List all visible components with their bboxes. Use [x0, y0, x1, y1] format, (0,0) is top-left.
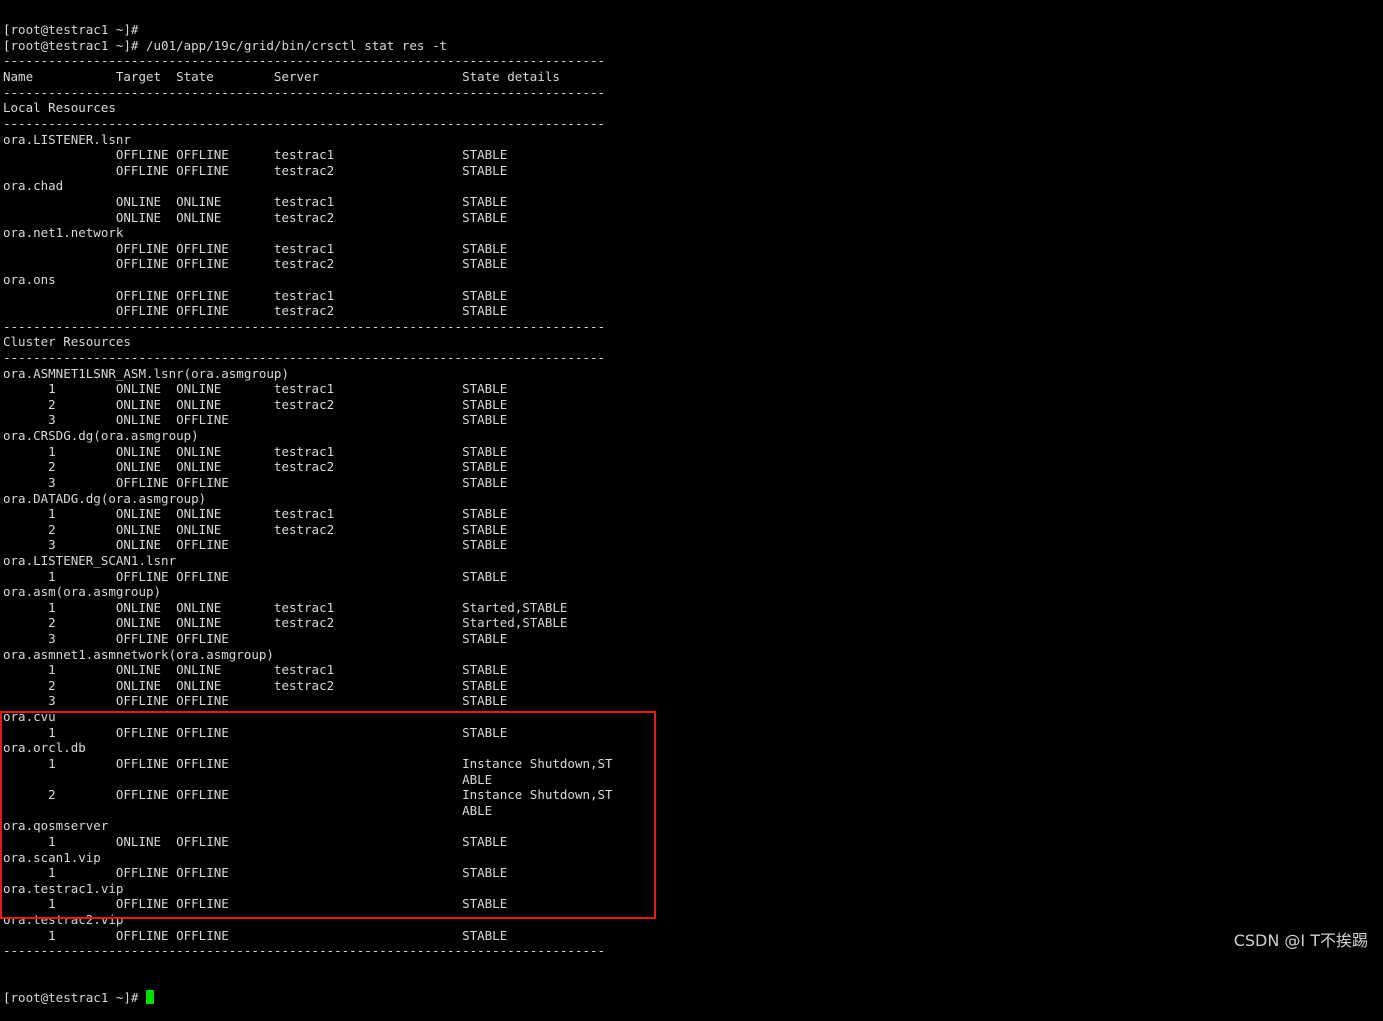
terminal-line: 1 OFFLINE OFFLINE Instance Shutdown,ST: [3, 755, 613, 771]
terminal-line: OFFLINE OFFLINE testrac1 STABLE: [3, 147, 508, 163]
terminal-line: ora.LISTENER_SCAN1.lsnr: [3, 552, 177, 568]
terminal-line: ora.ons: [3, 272, 56, 287]
terminal-line: ----------------------------------------…: [3, 53, 606, 69]
terminal-line: ABLE: [3, 771, 493, 787]
terminal-line: 3 OFFLINE OFFLINE STABLE: [3, 693, 508, 709]
terminal-line: ora.cvu: [3, 709, 56, 725]
terminal-line: 1 OFFLINE OFFLINE STABLE: [3, 865, 508, 881]
terminal-line: 3 ONLINE OFFLINE STABLE: [3, 537, 508, 553]
terminal-line: ora.net1.network: [3, 225, 124, 241]
terminal-lines: [root@testrac1 ~]# [root@testrac1 ~]# /u0…: [3, 22, 1379, 959]
terminal-line: ora.qosmserver: [3, 818, 109, 834]
terminal-line: 3 OFFLINE OFFLINE STABLE: [3, 631, 508, 647]
terminal-line: ----------------------------------------…: [3, 84, 606, 100]
terminal-line: ora.DATADG.dg(ora.asmgroup): [3, 490, 207, 506]
terminal-line: ora.LISTENER.lsnr: [3, 131, 131, 147]
terminal-line: ora.testrac2.vip: [3, 911, 124, 927]
terminal-line: 2 OFFLINE OFFLINE Instance Shutdown,ST: [3, 787, 613, 803]
terminal-line: 1 ONLINE ONLINE testrac1 STABLE: [3, 381, 508, 397]
terminal-line: ONLINE ONLINE testrac2 STABLE: [3, 209, 508, 225]
terminal-line: 1 OFFLINE OFFLINE STABLE: [3, 896, 508, 912]
terminal-line: ora.chad: [3, 178, 64, 194]
terminal-line: ----------------------------------------…: [3, 115, 606, 131]
terminal-line: 1 ONLINE ONLINE testrac1 STABLE: [3, 443, 508, 459]
terminal-line: ora.CRSDG.dg(ora.asmgroup): [3, 428, 199, 444]
terminal-line: 2 ONLINE ONLINE testrac2 STABLE: [3, 521, 508, 537]
terminal-line: ora.scan1.vip: [3, 849, 101, 865]
terminal-line: ora.asmnet1.asmnetwork(ora.asmgroup): [3, 646, 274, 662]
terminal-line: 2 ONLINE ONLINE testrac2 STABLE: [3, 677, 508, 693]
terminal-line: ora.ASMNET1LSNR_ASM.lsnr(ora.asmgroup): [3, 365, 289, 381]
terminal-line: 1 ONLINE ONLINE testrac1 Started,STABLE: [3, 599, 568, 615]
terminal-line: 2 ONLINE ONLINE testrac2 STABLE: [3, 396, 508, 412]
terminal-line: [root@testrac1 ~]# /u01/app/19c/grid/bin…: [3, 37, 448, 53]
terminal-line: 2 ONLINE ONLINE testrac2 STABLE: [3, 459, 508, 475]
terminal-line: 1 ONLINE ONLINE testrac1 STABLE: [3, 506, 508, 522]
terminal-line: 2 ONLINE ONLINE testrac2 Started,STABLE: [3, 615, 568, 631]
terminal-line: ONLINE ONLINE testrac1 STABLE: [3, 193, 508, 209]
terminal-line: ----------------------------------------…: [3, 943, 606, 959]
terminal-line: 1 OFFLINE OFFLINE STABLE: [3, 927, 508, 943]
terminal-line: 1 ONLINE OFFLINE STABLE: [3, 833, 508, 849]
watermark: CSDN @I T不挨踢: [1233, 931, 1368, 950]
terminal-line: OFFLINE OFFLINE testrac2 STABLE: [3, 256, 508, 272]
terminal-line: Cluster Resources: [3, 334, 131, 350]
terminal-line: [root@testrac1 ~]#: [3, 22, 139, 38]
terminal-line: ora.orcl.db: [3, 740, 86, 756]
terminal-line: ABLE: [3, 802, 493, 818]
terminal-line: 1 OFFLINE OFFLINE STABLE: [3, 568, 508, 584]
terminal-line: ora.asm(ora.asmgroup): [3, 584, 162, 600]
terminal-line: OFFLINE OFFLINE testrac2 STABLE: [3, 162, 508, 178]
text-cursor: [146, 990, 154, 1005]
terminal-line: 1 ONLINE ONLINE testrac1 STABLE: [3, 662, 508, 678]
terminal-line: ----------------------------------------…: [3, 350, 606, 366]
terminal-line: 1 OFFLINE OFFLINE STABLE: [3, 724, 508, 740]
terminal-line: OFFLINE OFFLINE testrac1 STABLE: [3, 240, 508, 256]
terminal-line: Local Resources: [3, 100, 116, 116]
shell-prompt: [root@testrac1 ~]#: [3, 990, 146, 1006]
terminal-line: Name Target State Server State details: [3, 69, 560, 85]
prompt-line[interactable]: [root@testrac1 ~]#: [3, 990, 1379, 1006]
terminal-output[interactable]: [root@testrac1 ~]# [root@testrac1 ~]# /u0…: [3, 0, 1379, 1021]
terminal-line: OFFLINE OFFLINE testrac2 STABLE: [3, 303, 508, 319]
terminal-line: 3 ONLINE OFFLINE STABLE: [3, 412, 508, 428]
terminal-line: OFFLINE OFFLINE testrac1 STABLE: [3, 287, 508, 303]
terminal-line: 3 OFFLINE OFFLINE STABLE: [3, 474, 508, 490]
terminal-line: ora.testrac1.vip: [3, 880, 124, 896]
terminal-line: ----------------------------------------…: [3, 318, 606, 334]
